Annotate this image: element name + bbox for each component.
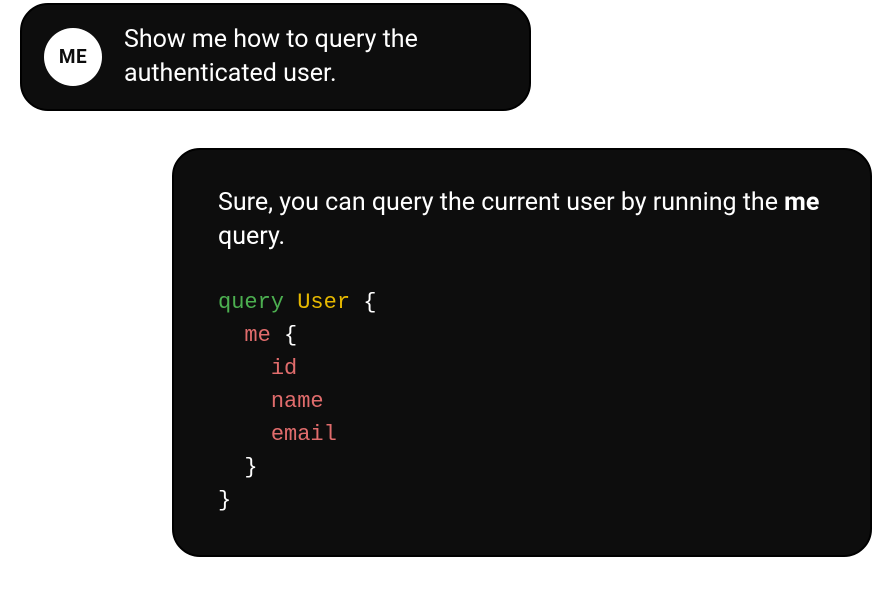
code-indent: [218, 422, 271, 447]
code-keyword: query: [218, 290, 284, 315]
code-block: query User { me { id name email } }: [218, 286, 826, 517]
code-indent: [218, 389, 271, 414]
code-field-id: id: [271, 356, 297, 381]
assistant-message-text: Sure, you can query the current user by …: [218, 186, 826, 254]
user-message-text: Show me how to query the authenticated u…: [124, 23, 501, 91]
code-field-me: me: [244, 323, 270, 348]
user-message-bubble: ME Show me how to query the authenticate…: [20, 3, 531, 111]
code-brace-open: {: [363, 290, 376, 315]
assistant-text-after: query.: [218, 222, 285, 251]
code-indent: [218, 356, 271, 381]
code-indent: [218, 455, 244, 480]
code-operation-name: User: [297, 290, 350, 315]
code-field-name: name: [271, 389, 324, 414]
code-brace-open-inner: {: [284, 323, 297, 348]
code-indent: [218, 323, 244, 348]
code-field-email: email: [271, 422, 337, 447]
assistant-text-bold: me: [784, 188, 819, 217]
avatar: ME: [44, 28, 102, 86]
code-brace-close: }: [218, 488, 231, 513]
avatar-label: ME: [59, 45, 87, 68]
code-brace-close-inner: }: [244, 455, 257, 480]
assistant-text-before: Sure, you can query the current user by …: [218, 188, 784, 217]
assistant-message-bubble: Sure, you can query the current user by …: [172, 148, 872, 557]
